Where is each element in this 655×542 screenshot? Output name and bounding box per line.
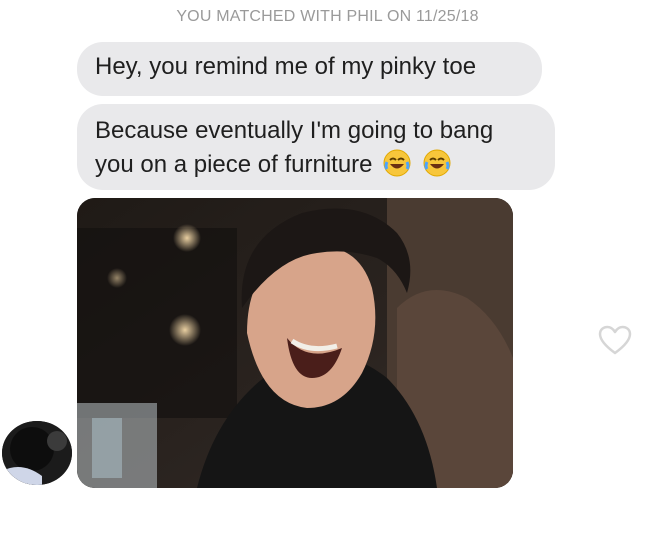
- match-date-header: YOU MATCHED WITH PHIL ON 11/25/18: [176, 8, 479, 25]
- laughing-emoji-icon: [423, 149, 451, 177]
- laughing-man-photo: [77, 198, 513, 488]
- laughing-emoji-icon: [383, 149, 411, 177]
- avatar-photo: [2, 421, 72, 485]
- message-bubble-2[interactable]: Because eventually I'm going to bang you…: [77, 104, 555, 190]
- gif-message-image[interactable]: [77, 198, 513, 488]
- heart-outline-icon[interactable]: [598, 325, 632, 357]
- user-avatar[interactable]: [2, 421, 72, 485]
- message-bubble-1[interactable]: Hey, you remind me of my pinky toe: [77, 42, 542, 96]
- message-text-2-line-2: you on a piece of furniture: [95, 151, 373, 178]
- message-text-1: Hey, you remind me of my pinky toe: [95, 53, 477, 80]
- message-text-2-line-1: Because eventually I'm going to bang: [95, 117, 494, 144]
